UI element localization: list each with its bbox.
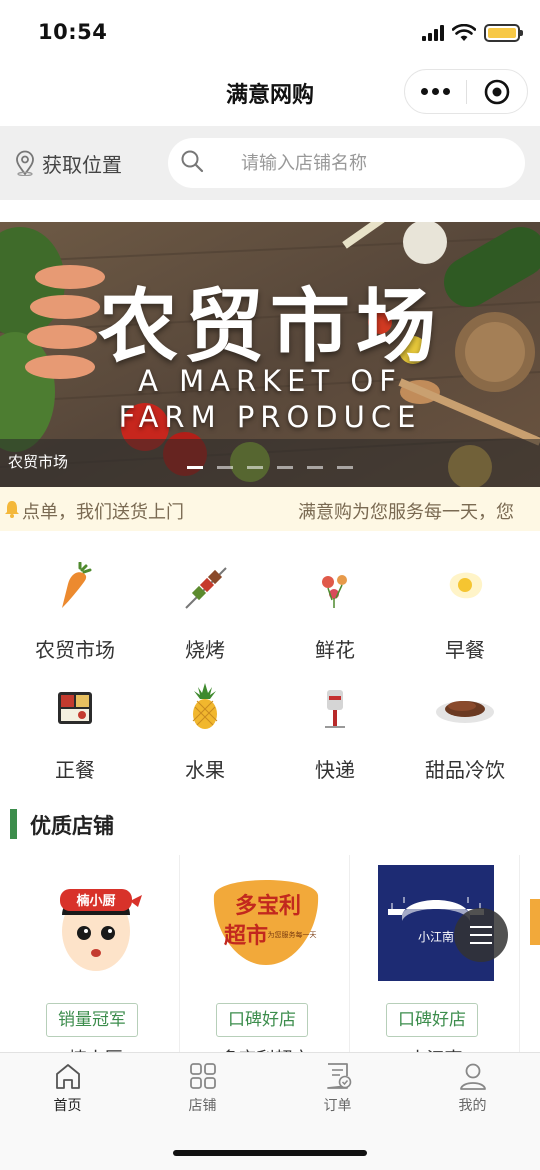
floating-menu-button[interactable] — [454, 908, 508, 962]
store-logo-sub: 为您服务每一天 — [268, 930, 317, 939]
banner-caption-bar — [0, 439, 540, 487]
notice-text-2: 满意购为您服务每一天，您 — [298, 502, 514, 523]
dessert-icon — [436, 701, 494, 723]
store-logo: 楠小厨 — [38, 865, 154, 981]
category-meals[interactable]: 正餐 — [10, 672, 140, 792]
store-card[interactable]: 楠小厨 销量冠军 楠小厨 — [12, 855, 180, 1055]
location-button[interactable]: 获取位置 — [14, 146, 122, 180]
home-indicator — [173, 1150, 367, 1156]
tab-orders[interactable]: 订单 — [270, 1061, 405, 1121]
search-bar: 获取位置 — [0, 126, 540, 200]
banner-title: 农贸市场 — [98, 280, 442, 373]
egg-icon — [449, 572, 483, 599]
location-label: 获取位置 — [42, 152, 122, 177]
location-pin-icon — [16, 150, 34, 176]
category-grid: 农贸市场 烧烤 鲜花 早餐 正餐 水果 快递 甜品冷饮 — [0, 552, 540, 792]
signal-icon — [422, 25, 444, 41]
carousel-dot[interactable] — [217, 466, 233, 469]
carousel-dot[interactable] — [187, 466, 203, 469]
svg-text:多宝利: 多宝利 — [235, 893, 301, 919]
banner-subtitle-2: FARM PRODUCE — [118, 400, 422, 434]
banner-carousel[interactable]: 农贸市场 A MARKET OF FARM PRODUCE 农贸市场 — [0, 222, 540, 487]
category-label: 早餐 — [445, 638, 485, 662]
status-icons — [422, 22, 523, 44]
category-fruit[interactable]: 水果 — [140, 672, 270, 792]
carrot-icon — [62, 562, 92, 608]
category-label: 甜品冷饮 — [425, 758, 505, 782]
store-logo-text: 小江南 — [418, 929, 454, 944]
category-label: 正餐 — [55, 758, 95, 782]
store-tag: 口碑好店 — [216, 1003, 308, 1037]
skewer-icon — [185, 567, 227, 609]
search-box[interactable] — [168, 138, 525, 188]
mailbox-icon — [325, 690, 345, 728]
store-list: 楠小厨 销量冠军 楠小厨 多宝利 超市 为您服务每一天 口碑好店 多宝利超市 — [0, 855, 540, 1055]
svg-text:超市: 超市 — [224, 923, 268, 949]
mini-program-capsule — [404, 69, 528, 114]
store-logo-text: 楠小厨 — [75, 893, 115, 909]
grid-icon — [189, 1063, 216, 1089]
carousel-dot[interactable] — [247, 466, 263, 469]
flower-icon — [322, 575, 347, 608]
category-label: 水果 — [185, 758, 225, 782]
notice-text-1: 点单，我们送货上门 — [22, 502, 184, 523]
carousel-indicator — [0, 466, 540, 469]
bell-icon — [5, 501, 19, 518]
banner-subtitle-1: A MARKET OF — [138, 364, 402, 398]
tab-label: 我的 — [458, 1098, 487, 1114]
store-card[interactable]: 多宝利 超市 为您服务每一天 口碑好店 多宝利超市 — [182, 855, 350, 1055]
status-bar: 10:54 — [0, 0, 540, 62]
tab-label: 首页 — [53, 1098, 82, 1114]
home-icon — [55, 1064, 80, 1089]
hamburger-icon — [470, 926, 492, 928]
tab-label: 订单 — [323, 1098, 352, 1114]
tab-stores[interactable]: 店铺 — [135, 1061, 270, 1121]
search-input[interactable] — [168, 138, 525, 188]
carousel-dot[interactable] — [277, 466, 293, 469]
section-header: 优质店铺 — [0, 806, 540, 842]
pineapple-icon — [192, 683, 218, 729]
category-label: 农贸市场 — [35, 638, 115, 662]
section-title: 优质店铺 — [30, 814, 114, 838]
notice-marquee: 点单，我们送货上门 满意购为您服务每一天，您 — [0, 487, 540, 531]
section-accent-bar — [10, 809, 17, 839]
category-desserts[interactable]: 甜品冷饮 — [400, 672, 530, 792]
search-icon — [181, 150, 204, 173]
more-dots-icon — [420, 88, 428, 95]
category-delivery[interactable]: 快递 — [270, 672, 400, 792]
category-label: 快递 — [315, 758, 355, 782]
store-logo: 多宝利 超市 为您服务每一天 — [208, 865, 324, 981]
app-page: 10:54 满意网购 获取位置 请输入店铺名称 农贸市场 A MARKET OF… — [0, 0, 540, 1170]
tab-profile[interactable]: 我的 — [405, 1061, 540, 1121]
category-farm-market[interactable]: 农贸市场 — [10, 552, 140, 672]
store-card-partial[interactable] — [522, 855, 540, 1055]
category-breakfast[interactable]: 早餐 — [400, 552, 530, 672]
tab-home[interactable]: 首页 — [0, 1061, 135, 1121]
wifi-icon — [452, 24, 476, 41]
order-icon — [326, 1063, 351, 1089]
navigation-bar: 满意网购 — [0, 62, 540, 126]
bento-icon — [58, 692, 92, 724]
more-button[interactable] — [405, 70, 466, 113]
carousel-dot[interactable] — [307, 466, 323, 469]
store-tag: 销量冠军 — [46, 1003, 138, 1037]
category-flowers[interactable]: 鲜花 — [270, 552, 400, 672]
close-button[interactable] — [466, 70, 527, 113]
tab-label: 店铺 — [188, 1098, 217, 1114]
status-time: 10:54 — [38, 20, 108, 44]
target-close-icon — [484, 79, 510, 104]
battery-icon — [484, 24, 523, 42]
carousel-dot[interactable] — [337, 466, 353, 469]
category-label: 鲜花 — [315, 638, 355, 662]
store-tag: 口碑好店 — [386, 1003, 478, 1037]
category-label: 烧烤 — [185, 638, 225, 662]
user-icon — [459, 1063, 486, 1090]
category-bbq[interactable]: 烧烤 — [140, 552, 270, 672]
store-logo-partial — [530, 899, 540, 945]
